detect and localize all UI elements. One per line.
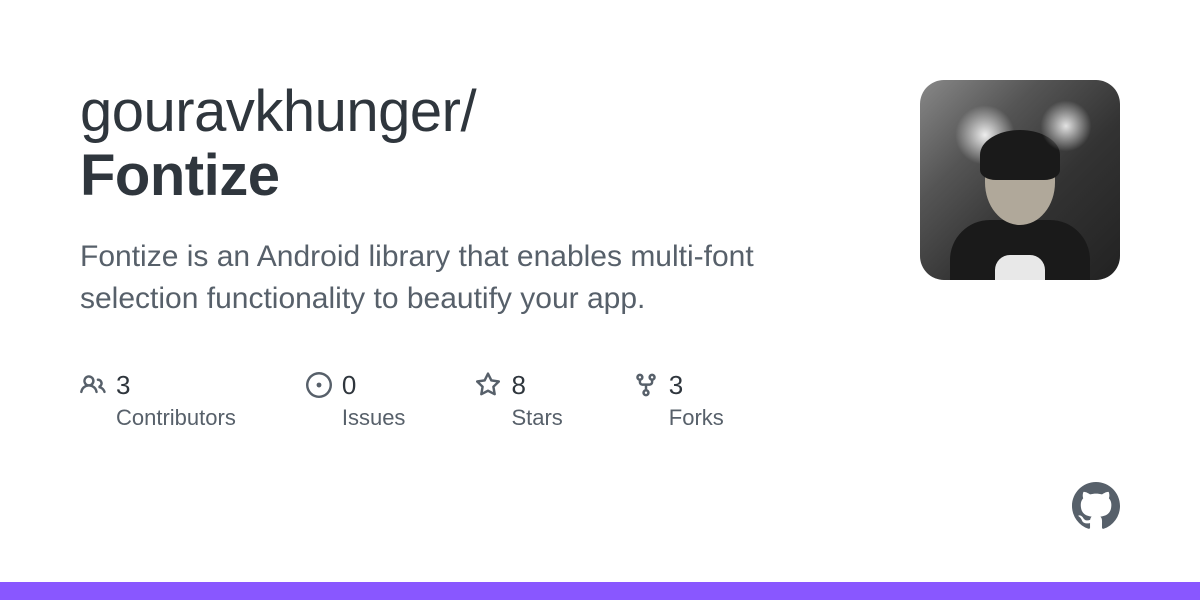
- owner-name: gouravkhunger: [80, 79, 460, 144]
- star-icon: [475, 372, 501, 398]
- forks-count: 3: [669, 370, 724, 401]
- stat-contributors[interactable]: 3 Contributors: [80, 370, 236, 431]
- stat-issues[interactable]: 0 Issues: [306, 370, 406, 431]
- issues-count: 0: [342, 370, 406, 401]
- fork-icon: [633, 372, 659, 398]
- contributors-label: Contributors: [116, 405, 236, 431]
- stars-label: Stars: [511, 405, 562, 431]
- sidebar: [920, 80, 1120, 530]
- stars-count: 8: [511, 370, 562, 401]
- stat-text: 3 Forks: [669, 370, 724, 431]
- title-block: gouravkhunger/ Fontize: [80, 80, 820, 208]
- stat-stars[interactable]: 8 Stars: [475, 370, 562, 431]
- stat-forks[interactable]: 3 Forks: [633, 370, 724, 431]
- stats-row: 3 Contributors 0 Issues 8 Stars: [80, 370, 820, 431]
- issues-label: Issues: [342, 405, 406, 431]
- stat-text: 0 Issues: [342, 370, 406, 431]
- repo-name: Fontize: [80, 143, 279, 208]
- github-icon[interactable]: [1072, 482, 1120, 530]
- stat-text: 3 Contributors: [116, 370, 236, 431]
- avatar[interactable]: [920, 80, 1120, 280]
- repo-path[interactable]: gouravkhunger/ Fontize: [80, 80, 820, 208]
- accent-bar: [0, 582, 1200, 600]
- stat-text: 8 Stars: [511, 370, 562, 431]
- main-content: gouravkhunger/ Fontize Fontize is an And…: [80, 80, 820, 530]
- contributors-count: 3: [116, 370, 236, 401]
- path-separator: /: [460, 79, 476, 144]
- issue-icon: [306, 372, 332, 398]
- social-card: gouravkhunger/ Fontize Fontize is an And…: [0, 0, 1200, 530]
- forks-label: Forks: [669, 405, 724, 431]
- avatar-face: [960, 130, 1080, 280]
- repo-description: Fontize is an Android library that enabl…: [80, 236, 820, 320]
- people-icon: [80, 372, 106, 398]
